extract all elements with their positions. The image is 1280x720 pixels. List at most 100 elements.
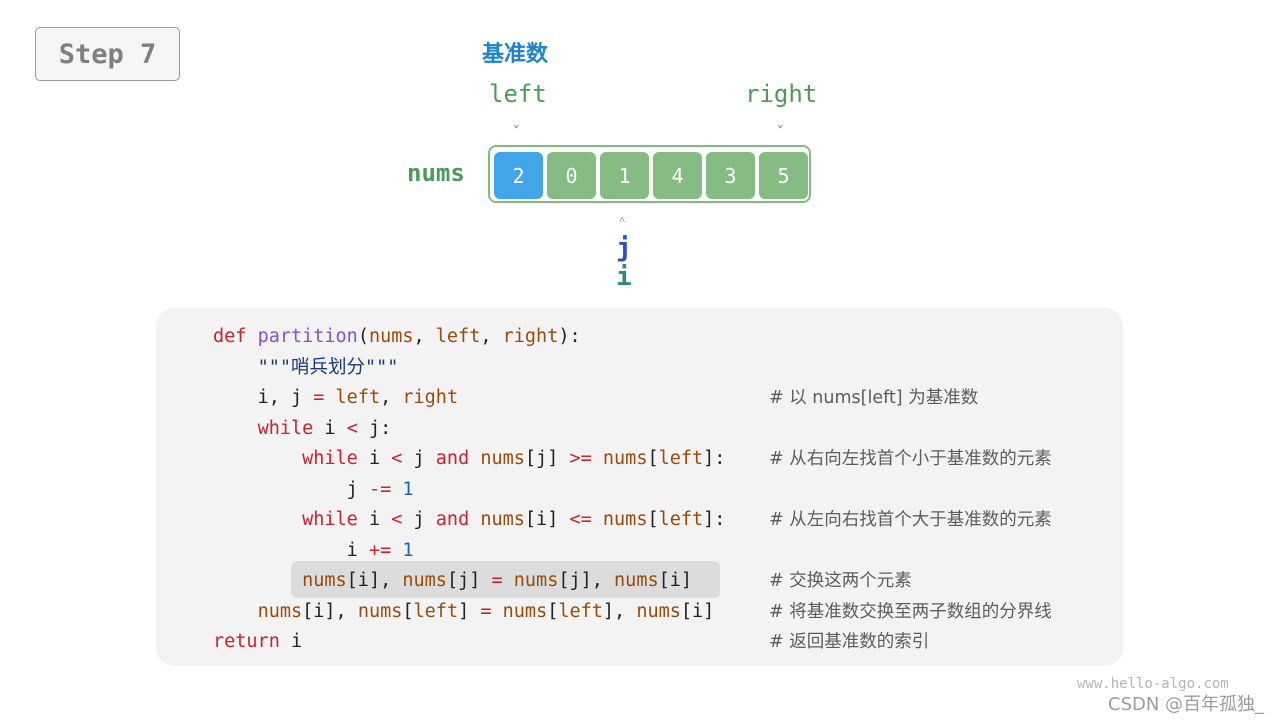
- code-token: ],: [602, 600, 637, 622]
- code-token: [: [402, 600, 414, 622]
- j-pointer-label: j: [616, 233, 632, 263]
- array-cell: 4: [653, 152, 702, 199]
- code-token: left: [658, 509, 704, 530]
- code-token: [j],: [558, 570, 615, 591]
- code-token: nums: [491, 600, 548, 622]
- code-comment: # 从左向右找首个大于基准数的元素: [769, 510, 1052, 530]
- code-line: while i < j and nums[i] <= nums[left]:: [213, 505, 725, 535]
- code-token: <=: [569, 509, 592, 530]
- code-token: nums: [614, 570, 659, 591]
- code-line: def partition(nums, left, right):: [213, 322, 581, 352]
- code-comment: # 从右向左找首个小于基准数的元素: [769, 449, 1052, 469]
- code-token: while: [257, 417, 314, 439]
- code-token: nums: [402, 570, 447, 591]
- pivot-label: 基准数: [482, 42, 549, 67]
- code-token: j: [402, 448, 436, 469]
- code-token: ,: [480, 326, 503, 347]
- code-token: ]:: [703, 509, 726, 530]
- code-comment: # 将基准数交换至两子数组的分界线: [769, 601, 1052, 622]
- array-cell: 0: [547, 152, 596, 199]
- code-line: while i < j and nums[j] >= nums[left]:: [213, 444, 725, 474]
- watermark-author: CSDN @百年孤独_: [1108, 694, 1265, 715]
- code-line: nums[i], nums[j] = nums[j], nums[i]: [213, 566, 692, 596]
- code-token: j: [402, 509, 436, 530]
- code-token: <: [391, 509, 403, 530]
- code-comment: # 返回基准数的索引: [769, 632, 930, 652]
- code-token: ,: [380, 387, 403, 408]
- code-token: =: [480, 600, 492, 622]
- step-label: Step 7: [58, 38, 157, 70]
- code-token: i: [357, 448, 392, 469]
- code-token: i: [357, 509, 392, 530]
- code-token: and: [435, 509, 470, 530]
- code-token: return: [213, 631, 280, 652]
- code-token: i: [279, 631, 303, 652]
- code-token: nums: [357, 600, 403, 622]
- code-token: [j]: [446, 570, 492, 591]
- code-token: [: [547, 600, 559, 622]
- code-token: left: [324, 387, 381, 408]
- code-panel: def partition(nums, left, right): """哨兵划…: [156, 308, 1123, 666]
- code-token: nums: [257, 600, 303, 622]
- code-token: [: [647, 448, 659, 469]
- ij-pointer-arrow-icon: ˄: [619, 213, 626, 226]
- code-token: nums: [368, 326, 414, 347]
- code-line: nums[i], nums[left] = nums[left], nums[i…: [213, 597, 715, 627]
- code-token: [i],: [346, 570, 403, 591]
- code-token: nums: [302, 570, 347, 591]
- array-cell: 3: [706, 152, 755, 199]
- code-token: <: [346, 417, 358, 439]
- code-line: j -= 1: [213, 475, 414, 505]
- step-indicator: Step 7: [35, 27, 180, 81]
- code-token: >=: [569, 448, 592, 469]
- code-token: """哨兵划分""": [257, 356, 399, 378]
- code-token: i: [346, 539, 369, 561]
- code-token: (: [357, 326, 369, 347]
- code-token: right: [502, 326, 559, 347]
- code-token: nums: [469, 448, 525, 469]
- code-token: -=: [368, 478, 392, 500]
- code-token: <: [391, 448, 403, 469]
- code-token: nums: [502, 570, 559, 591]
- code-token: +=: [368, 539, 392, 561]
- code-token: def: [213, 326, 247, 347]
- code-token: =: [491, 570, 503, 591]
- left-pointer-label: left: [489, 80, 547, 108]
- code-token: and: [435, 448, 470, 469]
- code-comment: # 交换这两个元素: [769, 571, 912, 591]
- code-line: i += 1: [213, 536, 414, 566]
- code-token: left: [558, 600, 603, 622]
- code-token: partition: [257, 326, 358, 347]
- right-pointer-arrow-icon: ⌄: [777, 117, 784, 130]
- code-comment: # 以 nums[left] 为基准数: [769, 388, 979, 408]
- code-token: nums: [591, 509, 648, 530]
- code-token: ,: [413, 326, 436, 347]
- code-token: nums: [469, 509, 525, 530]
- code-token: j: [346, 478, 369, 500]
- code-token: =: [313, 387, 325, 408]
- code-token: i, j: [257, 387, 314, 408]
- code-token: [i]: [680, 600, 715, 622]
- code-token: ):: [558, 326, 581, 347]
- code-token: while: [302, 448, 358, 469]
- code-token: 1: [391, 478, 414, 500]
- code-token: nums: [591, 448, 648, 469]
- code-token: [i]: [524, 509, 570, 530]
- array-cell-pivot: 2: [494, 152, 543, 199]
- array-cell: 5: [759, 152, 808, 199]
- code-line: i, j = left, right: [213, 383, 459, 413]
- code-token: nums: [636, 600, 681, 622]
- right-pointer-label: right: [745, 80, 818, 108]
- code-token: left: [435, 326, 481, 347]
- code-token: [: [647, 509, 659, 530]
- code-token: left: [413, 600, 459, 622]
- code-token: right: [402, 387, 459, 408]
- code-token: [i],: [302, 600, 358, 622]
